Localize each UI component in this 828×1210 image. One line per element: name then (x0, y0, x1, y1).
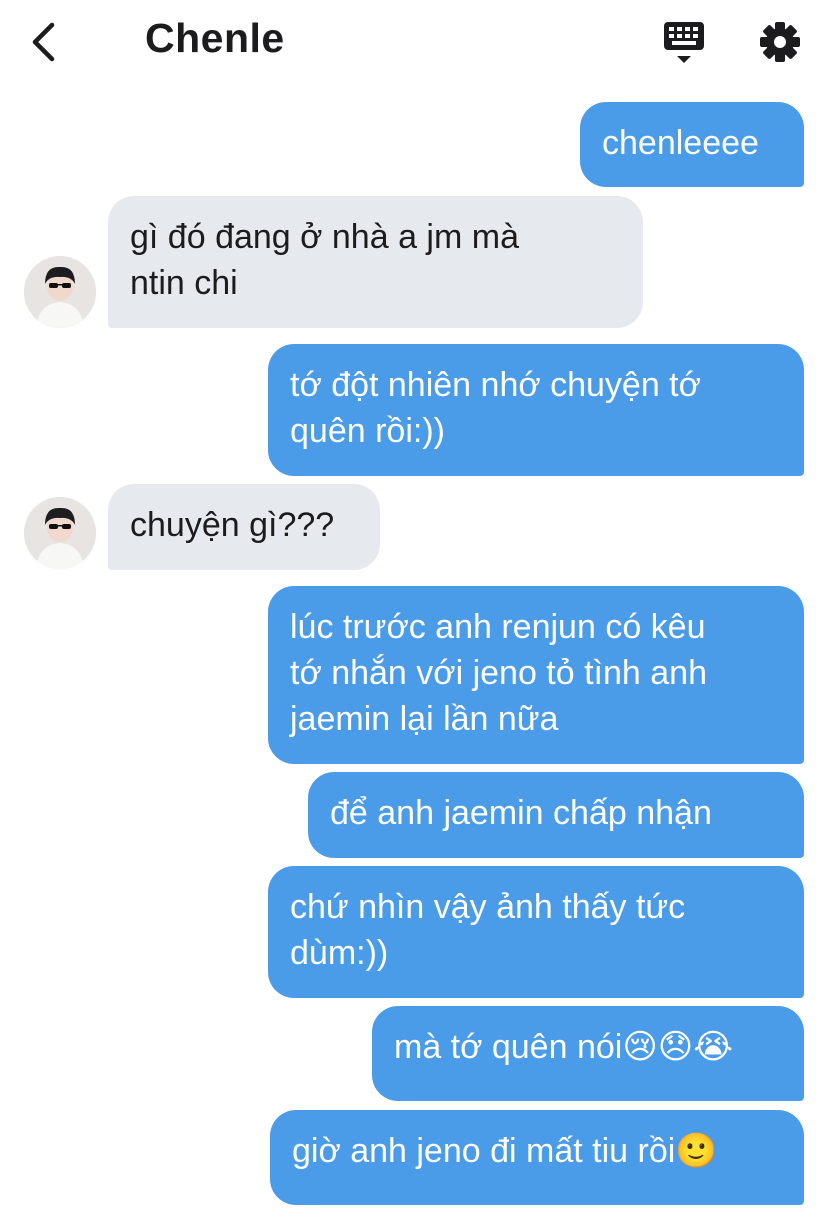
message-bubble-outgoing[interactable]: giờ anh jeno đi mất tiu rồi🙂 (270, 1110, 804, 1205)
gear-icon (760, 22, 800, 62)
avatar[interactable] (24, 497, 96, 569)
message-bubble-outgoing[interactable]: để anh jaemin chấp nhận (308, 772, 804, 858)
back-button[interactable] (26, 20, 66, 64)
message-bubble-outgoing[interactable]: chenleeee (580, 102, 804, 187)
message-bubble-outgoing[interactable]: mà tớ quên nói😢😞😭 (372, 1006, 804, 1101)
keyboard-icon (664, 22, 704, 63)
settings-button[interactable] (758, 20, 802, 64)
message-bubble-incoming[interactable]: gì đó đang ở nhà a jm mà ntin chi (108, 196, 643, 328)
message-bubble-outgoing[interactable]: lúc trước anh renjun có kêu tớ nhắn với … (268, 586, 804, 764)
chat-title[interactable]: Chenle (145, 15, 285, 62)
chevron-left-icon (32, 22, 55, 62)
chat-header: Chenle (0, 0, 828, 84)
message-bubble-incoming[interactable]: chuyện gì??? (108, 484, 380, 570)
message-bubble-outgoing[interactable]: chứ nhìn vậy ảnh thấy tức dùm:)) (268, 866, 804, 998)
contact-avatar-image (24, 497, 96, 569)
keyboard-button[interactable] (660, 20, 708, 66)
avatar[interactable] (24, 256, 96, 328)
contact-avatar-image (24, 256, 96, 328)
message-bubble-outgoing[interactable]: tớ đột nhiên nhớ chuyện tớ quên rồi:)) (268, 344, 804, 476)
